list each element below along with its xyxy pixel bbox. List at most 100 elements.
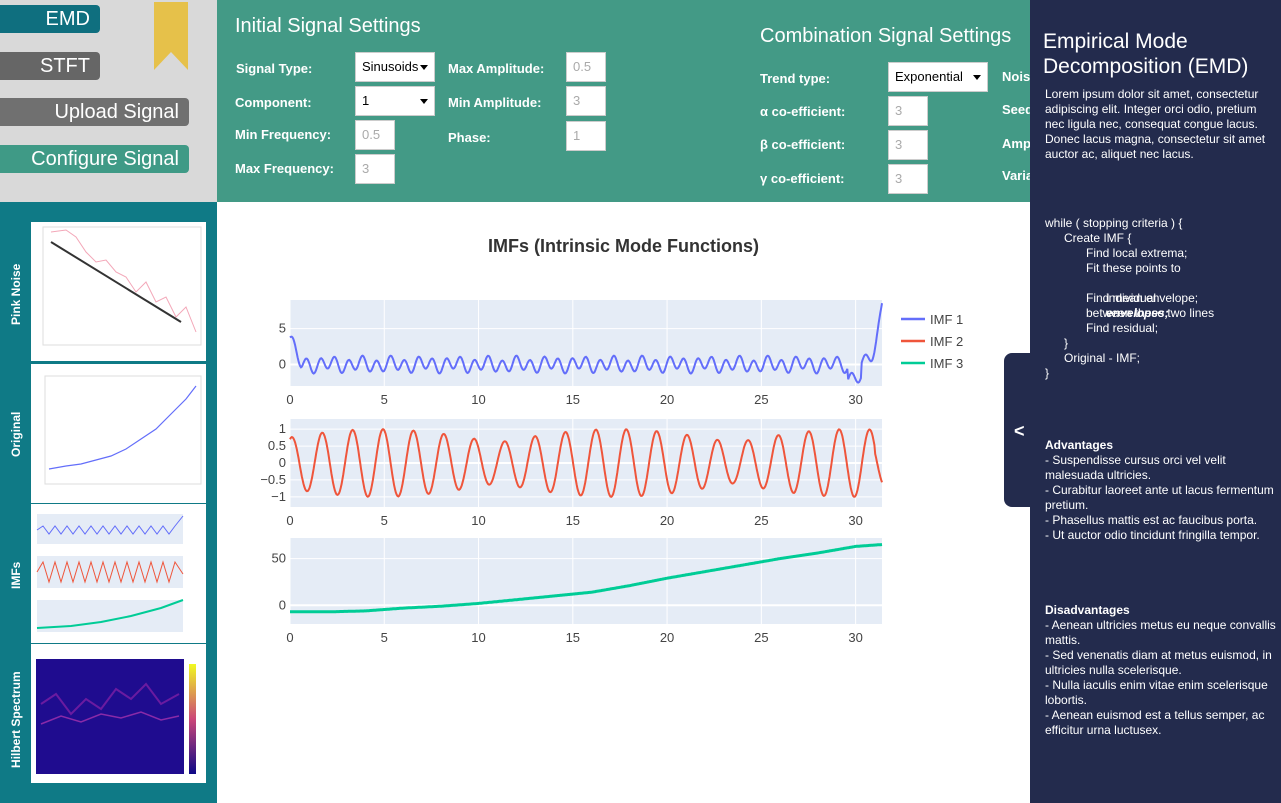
amplitude-label: Amp	[1002, 136, 1030, 151]
chevron-left-icon[interactable]: <	[1014, 421, 1025, 442]
info-panel: Empirical Mode Decomposition (EMD) Lorem…	[1030, 0, 1281, 803]
configure-signal-button[interactable]: Configure Signal	[0, 145, 189, 173]
stft-button[interactable]: STFT	[0, 52, 100, 80]
signal-type-value: Sinusoids	[362, 59, 419, 74]
signal-settings-bar: Initial Signal Settings Signal Type: Sin…	[217, 0, 1030, 202]
thumbnail-original[interactable]	[31, 364, 206, 503]
imfs-preview	[36, 514, 184, 632]
max-amplitude-label: Max Amplitude:	[448, 61, 545, 76]
algorithm-line: }	[1064, 336, 1069, 350]
thumbnail-hilbert-spectrum[interactable]	[31, 644, 206, 783]
bookmark-icon[interactable]	[154, 2, 188, 70]
max-amplitude-input[interactable]: 0.5	[566, 52, 606, 82]
disadvantages-text: - Aenean ultricies metus eu neque conval…	[1045, 618, 1276, 737]
x-tick-label: 0	[286, 392, 293, 407]
beta-coefficient-input[interactable]: 3	[888, 130, 928, 160]
chevron-down-icon	[420, 99, 428, 104]
thumb-label-pink-noise: Pink Noise	[9, 263, 23, 325]
x-tick-label: 10	[471, 513, 485, 528]
algorithm-line: between these two lines	[1086, 306, 1215, 320]
max-frequency-input[interactable]: 3	[355, 154, 395, 184]
algorithm-line: }	[1045, 366, 1050, 380]
signal-type-label: Signal Type:	[236, 61, 313, 76]
legend-label: IMF 2	[930, 334, 963, 349]
x-tick-label: 25	[754, 392, 768, 407]
y-tick-label: 0	[279, 597, 286, 612]
x-tick-label: 10	[471, 392, 485, 407]
thumb-label-imfs: IMFs	[9, 561, 23, 589]
y-tick-label: 1	[279, 421, 286, 436]
x-tick-label: 10	[471, 630, 485, 645]
x-tick-label: 5	[381, 392, 388, 407]
y-tick-label: −1	[271, 489, 286, 504]
thumb-label-hilbert: Hilbert Spectrum	[9, 671, 23, 768]
chevron-down-icon	[420, 65, 428, 70]
advantages-title: Advantages	[1045, 438, 1114, 452]
x-tick-label: 5	[381, 630, 388, 645]
legend-label: IMF 1	[930, 312, 963, 327]
min-amplitude-input[interactable]: 3	[566, 86, 606, 116]
seed-label: Seed	[1002, 102, 1030, 117]
thumb-label-original: Original	[9, 411, 23, 457]
algorithm-line: Find residual;	[1086, 321, 1159, 335]
x-tick-label: 0	[286, 630, 293, 645]
component-select[interactable]: 1	[355, 86, 435, 116]
combination-settings-title: Combination Signal Settings	[760, 25, 1012, 47]
algorithm-line: Create IMF {	[1064, 231, 1132, 245]
variance-label: Varia	[1002, 168, 1030, 183]
x-tick-label: 25	[754, 513, 768, 528]
min-frequency-input[interactable]: 0.5	[355, 120, 395, 150]
alpha-coefficient-input[interactable]: 3	[888, 96, 928, 126]
top-navigation: EMD STFT Upload Signal Configure Signal	[0, 0, 217, 202]
min-frequency-label: Min Frequency:	[235, 127, 332, 142]
algorithm-line: Find local extrema;	[1086, 246, 1188, 260]
panel-title: Empirical Mode Decomposition (EMD)	[1043, 30, 1249, 78]
hilbert-spectrum-preview	[36, 659, 196, 774]
x-tick-label: 30	[848, 630, 862, 645]
upload-signal-button[interactable]: Upload Signal	[0, 98, 189, 126]
x-tick-label: 25	[754, 630, 768, 645]
y-tick-label: 50	[272, 551, 286, 566]
component-value: 1	[362, 93, 370, 108]
x-tick-label: 20	[660, 630, 674, 645]
advantages-text: - Suspendisse cursus orci vel velit male…	[1045, 453, 1274, 542]
x-tick-label: 20	[660, 392, 674, 407]
algorithm-line: Original - IMF;	[1064, 351, 1141, 365]
imf-chart[interactable]: 0 5 10 15 20 25 30500 5 10 15 20 25 3010.50−0.5−10 5 1…	[217, 202, 1030, 803]
max-frequency-label: Max Frequency:	[235, 161, 334, 176]
component-label: Component:	[235, 95, 312, 110]
phase-label: Phase:	[448, 130, 491, 145]
algorithm-line: Find mean envelope;	[1086, 291, 1199, 305]
signal-type-select[interactable]: Sinusoids	[355, 52, 435, 82]
plot-background	[290, 300, 882, 386]
x-tick-label: 0	[286, 513, 293, 528]
thumbnail-imfs[interactable]	[31, 504, 206, 643]
y-tick-label: 0	[279, 455, 286, 470]
y-tick-label: 0.5	[268, 438, 286, 453]
panel-collapse-tab[interactable]: <	[1004, 353, 1034, 507]
original-preview	[44, 375, 202, 485]
panel-intro: Lorem ipsum dolor sit amet, consectetur …	[1045, 87, 1269, 161]
initial-settings-title: Initial Signal Settings	[235, 15, 421, 37]
emd-button[interactable]: EMD	[0, 5, 100, 33]
thumbnail-strip: Pink Noise Original IMFs Hilbert Spectru…	[0, 202, 217, 803]
x-tick-label: 15	[566, 630, 580, 645]
x-tick-label: 15	[566, 513, 580, 528]
x-tick-label: 5	[381, 513, 388, 528]
thumbnail-pink-noise[interactable]	[31, 222, 206, 361]
alpha-coefficient-label: α co-efficient:	[760, 104, 846, 119]
phase-input[interactable]: 1	[566, 121, 606, 151]
y-tick-label: 0	[279, 357, 286, 372]
y-tick-label: 5	[279, 321, 286, 336]
trend-type-select[interactable]: Exponential	[888, 62, 988, 92]
app-root: EMD STFT Upload Signal Configure Signal …	[0, 0, 1281, 803]
pink-noise-preview	[42, 226, 202, 346]
legend-label: IMF 3	[930, 356, 963, 371]
imf-plot-area: IMFs (Intrinsic Mode Functions) 0 5 10 15 20…	[217, 202, 1030, 803]
trend-type-label: Trend type:	[760, 71, 831, 86]
beta-coefficient-label: β co-efficient:	[760, 137, 846, 152]
x-tick-label: 15	[566, 392, 580, 407]
x-tick-label: 30	[848, 392, 862, 407]
min-amplitude-label: Min Amplitude:	[448, 95, 542, 110]
gamma-coefficient-input[interactable]: 3	[888, 164, 928, 194]
